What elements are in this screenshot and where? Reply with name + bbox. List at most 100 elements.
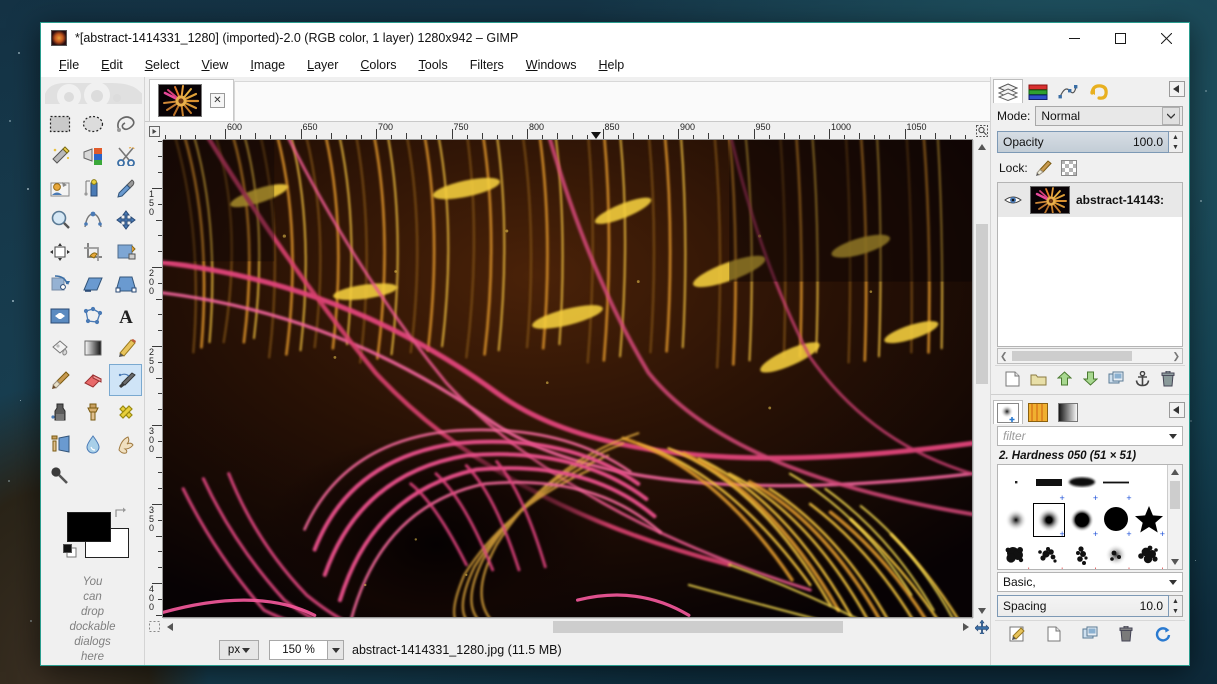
canvas-horizontal-scrollbar[interactable]: [163, 618, 973, 635]
brush-scroll-up-button[interactable]: [1168, 465, 1182, 479]
layer-list-scrollbar-thumb[interactable]: [1012, 351, 1132, 361]
brushes-dock-menu-button[interactable]: [1169, 402, 1185, 418]
brush-hardness-075[interactable]: +: [1066, 502, 1099, 539]
dodge-burn-tool[interactable]: [43, 460, 76, 492]
navigation-preview-button[interactable]: [973, 618, 990, 635]
unit-selector[interactable]: px: [219, 640, 259, 660]
brush-ellipse-soft[interactable]: +: [1066, 466, 1099, 503]
cage-transform-tool[interactable]: [76, 300, 109, 332]
lower-layer-button[interactable]: [1080, 369, 1100, 389]
reset-colors-icon[interactable]: [63, 544, 78, 562]
menu-tools[interactable]: Tools: [409, 55, 458, 75]
layer-list[interactable]: abstract-14143:: [997, 182, 1183, 347]
menu-edit[interactable]: Edit: [91, 55, 133, 75]
close-button[interactable]: [1143, 23, 1189, 53]
new-brush-button[interactable]: [1044, 624, 1064, 644]
edit-brush-button[interactable]: [1007, 624, 1027, 644]
spacing-spin-up[interactable]: ▲: [1169, 596, 1182, 606]
horizontal-scrollbar-thumb[interactable]: [553, 621, 843, 633]
menu-colors[interactable]: Colors: [350, 55, 406, 75]
blur-sharpen-tool[interactable]: [76, 428, 109, 460]
move-tool[interactable]: [109, 204, 142, 236]
spacing-slider[interactable]: Spacing 10.0: [997, 595, 1169, 617]
layer-scroll-left-icon[interactable]: ❮: [1000, 351, 1008, 362]
brush-block-01[interactable]: +: [1032, 466, 1065, 503]
transform-tool[interactable]: [109, 236, 142, 268]
brush-dot[interactable]: [999, 466, 1032, 502]
align-tool[interactable]: [43, 236, 76, 268]
brush-acrylic-04[interactable]: +: [1099, 538, 1132, 569]
select-by-color-tool[interactable]: [76, 140, 109, 172]
lock-pixels-icon[interactable]: [1035, 159, 1053, 177]
rotate-tool[interactable]: [43, 268, 76, 300]
smudge-tool[interactable]: [109, 428, 142, 460]
crop-tool[interactable]: [76, 236, 109, 268]
clone-tool[interactable]: [76, 396, 109, 428]
menu-filters[interactable]: Filters: [460, 55, 514, 75]
paths-tab[interactable]: [1053, 79, 1083, 103]
flip-tool[interactable]: [43, 300, 76, 332]
scroll-left-button[interactable]: [163, 619, 177, 635]
ink-tool[interactable]: [43, 396, 76, 428]
duplicate-brush-button[interactable]: [1080, 624, 1100, 644]
duplicate-layer-button[interactable]: [1106, 369, 1126, 389]
brush-hardness-025[interactable]: [999, 502, 1032, 538]
opacity-spin-down[interactable]: ▼: [1169, 142, 1182, 152]
channels-tab[interactable]: [1023, 79, 1053, 103]
title-bar[interactable]: *[abstract-1414331_1280] (imported)-2.0 …: [41, 23, 1189, 53]
new-layer-button[interactable]: [1002, 369, 1022, 389]
bucket-fill-tool[interactable]: [43, 332, 76, 364]
brush-acrylic-01[interactable]: +: [999, 538, 1032, 569]
menu-file[interactable]: File: [49, 55, 89, 75]
measure-tool[interactable]: [76, 172, 109, 204]
brush-acrylic-05[interactable]: +: [1133, 538, 1166, 569]
scroll-down-button[interactable]: [974, 604, 990, 618]
scroll-up-button[interactable]: [974, 140, 990, 154]
opacity-slider[interactable]: Opacity 100.0: [997, 131, 1169, 153]
brush-scroll-down-button[interactable]: [1168, 555, 1182, 569]
brushes-tab[interactable]: [993, 400, 1023, 424]
delete-layer-button[interactable]: [1158, 369, 1178, 389]
layer-list-horizontal-scrollbar[interactable]: ❮ ❯: [997, 348, 1183, 364]
perspective-tool[interactable]: [109, 268, 142, 300]
layers-dock-menu-button[interactable]: [1169, 81, 1185, 97]
zoom-input[interactable]: 150 %: [269, 640, 327, 660]
brush-scrollbar-thumb[interactable]: [1170, 481, 1180, 509]
undo-history-tab[interactable]: [1083, 79, 1113, 103]
text-tool[interactable]: A: [109, 300, 142, 332]
perspective-clone-tool[interactable]: [43, 428, 76, 460]
lock-alpha-icon[interactable]: [1060, 159, 1078, 177]
layer-visibility-eye-icon[interactable]: [1002, 194, 1024, 206]
spacing-spin-down[interactable]: ▼: [1169, 606, 1182, 616]
horizontal-ruler[interactable]: 600 650 700 750 800 850 900 950 1000 1050: [163, 122, 973, 140]
delete-brush-button[interactable]: [1116, 624, 1136, 644]
layer-mode-select[interactable]: Normal: [1035, 106, 1183, 126]
gradient-tool[interactable]: [76, 332, 109, 364]
heal-tool[interactable]: [109, 396, 142, 428]
gradients-tab[interactable]: [1053, 400, 1083, 424]
zoom-tool[interactable]: [43, 204, 76, 236]
swap-colors-icon[interactable]: [113, 506, 127, 523]
ellipse-select-tool[interactable]: [76, 108, 109, 140]
layer-scroll-right-icon[interactable]: ❯: [1172, 351, 1180, 362]
brush-hardness-100[interactable]: +: [1099, 502, 1132, 539]
menu-image[interactable]: Image: [240, 55, 295, 75]
maximize-button[interactable]: [1097, 23, 1143, 53]
anchor-layer-button[interactable]: [1132, 369, 1152, 389]
pencil-tool[interactable]: [109, 332, 142, 364]
image-tab-close-button[interactable]: ✕: [210, 93, 225, 108]
raise-layer-button[interactable]: [1054, 369, 1074, 389]
foreground-color-swatch[interactable]: [67, 512, 111, 543]
vertical-ruler[interactable]: 1 5 0 2 0 0 2 5 0 3 0 0 3 5 0 4 0 0: [145, 140, 163, 618]
menu-windows[interactable]: Windows: [516, 55, 587, 75]
zoom-image-button[interactable]: [973, 122, 990, 140]
menu-layer[interactable]: Layer: [297, 55, 348, 75]
image-tab[interactable]: ✕: [149, 79, 234, 121]
layers-tab[interactable]: [993, 79, 1023, 103]
airbrush-tool[interactable]: [109, 364, 142, 397]
brush-hardness-050[interactable]: +: [1032, 502, 1065, 539]
zoom-chevron-down-icon[interactable]: [327, 640, 344, 660]
brush-filter-input[interactable]: filter: [997, 426, 1183, 446]
brush-empty-01[interactable]: [1133, 466, 1166, 502]
free-select-tool[interactable]: [109, 108, 142, 140]
